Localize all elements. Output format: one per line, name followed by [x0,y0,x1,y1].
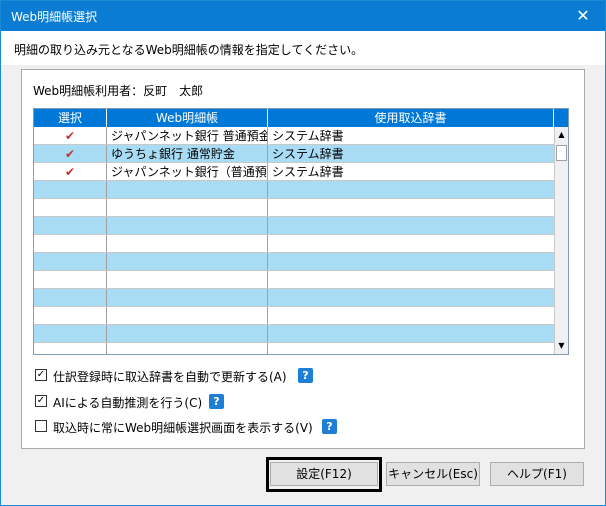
grid-header: 選択 Web明細帳 使用取込辞書 [34,109,568,127]
title-bar: Web明細帳選択 ✕ [1,1,605,31]
scroll-up-icon[interactable]: ▲ [555,127,568,143]
select-cell[interactable] [34,253,107,271]
account-cell[interactable] [107,343,268,354]
grid-scrollbar[interactable]: ▲ ▼ [554,127,568,354]
table-row[interactable] [34,343,555,354]
account-cell[interactable] [107,307,268,325]
table-row[interactable] [34,199,555,217]
select-cell[interactable]: ✔ [34,163,107,181]
account-cell[interactable] [107,235,268,253]
column-header-dictionary[interactable]: 使用取込辞書 [268,109,554,127]
table-row[interactable] [34,235,555,253]
table-row[interactable]: ✔ジャパンネット銀行（普通預金：システム辞書 [34,163,555,181]
column-header-account[interactable]: Web明細帳 [107,109,268,127]
checkbox-auto-update-dictionary[interactable]: ✓ [35,369,47,381]
scroll-thumb[interactable] [556,145,567,161]
dictionary-cell[interactable]: システム辞書 [268,145,555,163]
account-cell[interactable]: ジャパンネット銀行 普通預金 [107,127,268,145]
select-cell[interactable]: ✔ [34,145,107,163]
option-label[interactable]: 取込時に常にWeb明細帳選択画面を表示する(V) [53,419,313,436]
account-cell[interactable]: ジャパンネット銀行（普通預金： [107,163,268,181]
table-row[interactable] [34,271,555,289]
table-row[interactable] [34,181,555,199]
table-row[interactable] [34,217,555,235]
dictionary-cell[interactable]: システム辞書 [268,163,555,181]
account-cell[interactable] [107,181,268,199]
option-label[interactable]: 仕訳登録時に取込辞書を自動で更新する(A) [53,368,287,385]
close-icon[interactable]: ✕ [567,4,599,28]
select-cell[interactable] [34,289,107,307]
help-button[interactable]: ヘルプ(F1) [490,462,584,486]
help-icon[interactable]: ? [209,394,224,409]
select-cell[interactable] [34,199,107,217]
dictionary-cell[interactable] [268,343,555,354]
table-row[interactable]: ✔ ゆうちょ銀行 通常貯金 システム辞書 [34,145,555,163]
dictionary-cell[interactable] [268,199,555,217]
dictionary-cell[interactable]: システム辞書 [268,127,555,145]
option-label[interactable]: AIによる自動推測を行う(C) [53,394,202,411]
instruction-band: 明細の取り込み元となるWeb明細帳の情報を指定してください。 [1,31,605,65]
dictionary-cell[interactable] [268,325,555,343]
checkbox-ai-guess[interactable]: ✓ [35,395,47,407]
instruction-text: 明細の取り込み元となるWeb明細帳の情報を指定してください。 [14,43,364,57]
table-row[interactable] [34,289,555,307]
account-cell[interactable] [107,289,268,307]
help-icon[interactable]: ? [322,419,337,434]
scroll-down-icon[interactable]: ▼ [555,338,568,354]
dictionary-cell[interactable] [268,271,555,289]
window-title: Web明細帳選択 [11,10,98,24]
statement-grid: 選択 Web明細帳 使用取込辞書 ✔ ジャパンネット銀行 普通預金 システム辞書 ✔ ゆ… [33,108,569,355]
dictionary-cell[interactable] [268,289,555,307]
dictionary-cell[interactable] [268,217,555,235]
dictionary-cell[interactable] [268,181,555,199]
select-cell[interactable] [34,271,107,289]
column-header-select[interactable]: 選択 [34,109,107,127]
ok-button-highlight-frame [266,457,382,492]
account-cell[interactable] [107,271,268,289]
user-name-label: Web明細帳利用者：反町 太郎 [33,84,204,98]
account-cell[interactable] [107,253,268,271]
account-cell[interactable] [107,217,268,235]
select-cell[interactable] [34,181,107,199]
checkbox-always-show-dialog[interactable] [35,420,47,432]
select-cell[interactable]: ✔ [34,127,107,145]
select-cell[interactable] [34,235,107,253]
select-cell[interactable] [34,325,107,343]
account-cell[interactable] [107,199,268,217]
dictionary-cell[interactable] [268,253,555,271]
table-row[interactable]: ✔ ジャパンネット銀行 普通預金 システム辞書 [34,127,555,145]
table-row[interactable] [34,307,555,325]
select-cell[interactable] [34,343,107,354]
cancel-button[interactable]: キャンセル(Esc) [386,462,480,486]
account-cell[interactable]: ゆうちょ銀行 通常貯金 [107,145,268,163]
table-row[interactable] [34,253,555,271]
dictionary-cell[interactable] [268,235,555,253]
select-cell[interactable] [34,217,107,235]
help-icon[interactable]: ? [298,368,313,383]
grid-body: ✔ ジャパンネット銀行 普通預金 システム辞書 ✔ ゆうちょ銀行 通常貯金 システム辞書 ✔… [34,127,555,354]
table-row[interactable] [34,325,555,343]
dictionary-cell[interactable] [268,307,555,325]
select-cell[interactable] [34,307,107,325]
account-cell[interactable] [107,325,268,343]
